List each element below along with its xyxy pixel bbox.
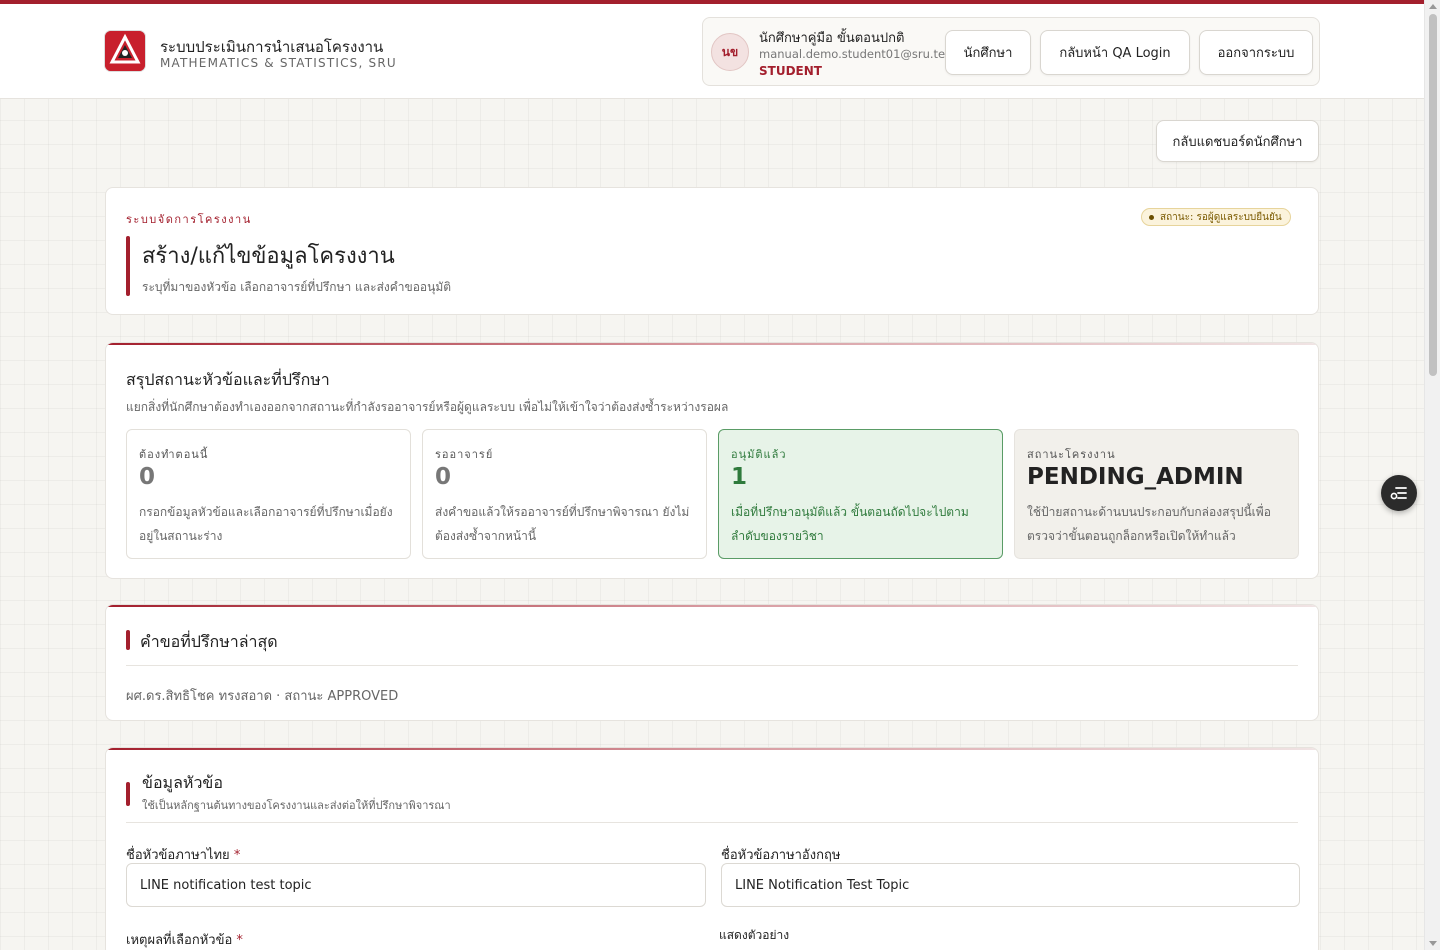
page-eyebrow: ระบบจัดการโครงงาน: [126, 213, 252, 226]
stat-description: เมื่อที่ปรึกษาอนุมัติแล้ว ขั้นตอนถัดไปจะ…: [731, 505, 969, 543]
student-button[interactable]: นักศึกษา: [945, 30, 1031, 75]
reason-label-text: เหตุผลที่เลือกหัวข้อ: [126, 933, 233, 948]
scroll-down-arrow-icon[interactable]: [1429, 941, 1437, 946]
topic-info-title: ข้อมูลหัวข้อ: [142, 773, 223, 792]
logout-button[interactable]: ออกจากระบบ: [1199, 30, 1313, 75]
app-subtitle: MATHEMATICS & STATISTICS, SRU: [160, 56, 397, 70]
stat-value: 0: [435, 464, 452, 490]
summary-title: สรุปสถานะหัวข้อและที่ปรึกษา: [126, 370, 330, 389]
topic-info-subtitle: ใช้เป็นหลักฐานต้นทางของโครงงานและส่งต่อใ…: [142, 799, 451, 812]
preview-toggle[interactable]: แสดงตัวอย่าง: [719, 926, 789, 945]
avatar: นข: [711, 33, 749, 71]
required-mark: *: [236, 933, 243, 948]
latest-request-card: คำขอที่ปรึกษาล่าสุด ผศ.ดร.สิทธิโชค ทรงสอ…: [105, 604, 1319, 721]
stat-value: PENDING_ADMIN: [1027, 464, 1244, 490]
stat-card-approved: อนุมัติแล้ว 1 เมื่อที่ปรึกษาอนุมัติแล้ว …: [718, 429, 1003, 559]
section-accent-bar: [126, 782, 130, 806]
user-name: นักศึกษาคู่มือ ขั้นตอนปกติ: [759, 31, 905, 46]
stat-card-todo: ต้องทำตอนนี้ 0 กรอกข้อมูลหัวข้อและเลือกอ…: [126, 429, 411, 559]
topic-info-card: ข้อมูลหัวข้อ ใช้เป็นหลักฐานต้นทางของโครง…: [105, 747, 1319, 950]
page-description: ระบุที่มาของหัวข้อ เลือกอาจารย์ที่ปรึกษา…: [142, 280, 452, 294]
scroll-up-arrow-icon[interactable]: [1429, 4, 1437, 9]
stat-value: 1: [731, 464, 748, 490]
scrollbar-thumb[interactable]: [1429, 14, 1437, 376]
page-scrollbar[interactable]: [1424, 0, 1440, 950]
required-mark: *: [233, 848, 241, 863]
page-header-card: ระบบจัดการโครงงาน สถานะ: รอผู้ดูแลระบบยื…: [105, 187, 1319, 315]
stat-card-project-status: สถานะโครงงาน PENDING_ADMIN ใช้ป้ายสถานะด…: [1014, 429, 1299, 559]
divider: [126, 665, 1298, 666]
stat-label: ต้องทำตอนนี้: [139, 448, 209, 461]
app-header: ระบบประเมินการนำเสนอโครงงาน MATHEMATICS …: [0, 4, 1424, 99]
thai-title-label: ชื่อหัวข้อภาษาไทย *: [126, 844, 240, 865]
stat-label: สถานะโครงงาน: [1027, 448, 1116, 461]
reason-label: เหตุผลที่เลือกหัวข้อ *: [126, 929, 243, 950]
stat-card-waiting-advisor: รออาจารย์ 0 ส่งคำขอแล้วให้รออาจารย์ที่ปร…: [422, 429, 707, 559]
divider: [126, 822, 1298, 823]
stat-label: รออาจารย์: [435, 448, 494, 461]
section-accent-bar: [126, 630, 130, 650]
stat-label: อนุมัติแล้ว: [731, 448, 787, 461]
english-title-label: ชื่อหัวข้อภาษาอังกฤษ: [721, 848, 841, 863]
list-settings-icon[interactable]: [1381, 475, 1417, 511]
user-email: manual.demo.student01@sru.test: [759, 47, 956, 61]
user-role: STUDENT: [759, 64, 822, 78]
university-logo-icon[interactable]: [105, 31, 145, 71]
summary-description: แยกสิ่งที่นักศึกษาต้องทำเองออกจากสถานะที…: [126, 400, 729, 414]
back-to-dashboard-button[interactable]: กลับแดชบอร์ดนักศึกษา: [1156, 120, 1319, 162]
stat-description: กรอกข้อมูลหัวข้อและเลือกอาจารย์ที่ปรึกษา…: [139, 505, 393, 543]
back-qa-login-button[interactable]: กลับหน้า QA Login: [1040, 30, 1190, 75]
summary-card: สรุปสถานะหัวข้อและที่ปรึกษา แยกสิ่งที่นั…: [105, 342, 1319, 579]
stat-description: ส่งคำขอแล้วให้รออาจารย์ที่ปรึกษาพิจารณา …: [435, 505, 690, 543]
title-accent-bar: [126, 236, 130, 296]
thai-title-input[interactable]: LINE notification test topic: [126, 863, 706, 907]
stat-value: 0: [139, 464, 156, 490]
user-panel: นข นักศึกษาคู่มือ ขั้นตอนปกติ manual.dem…: [702, 17, 1320, 86]
page-title: สร้าง/แก้ไขข้อมูลโครงงาน: [142, 244, 395, 269]
latest-request-title: คำขอที่ปรึกษาล่าสุด: [140, 632, 278, 651]
latest-request-detail: ผศ.ดร.สิทธิโชค ทรงสอาด · สถานะ APPROVED: [126, 689, 399, 704]
stat-description: ใช้ป้ายสถานะด้านบนประกอบกับกล่องสรุปนี้เ…: [1027, 505, 1271, 543]
status-badge: สถานะ: รอผู้ดูแลระบบยืนยัน: [1141, 208, 1291, 226]
thai-title-label-text: ชื่อหัวข้อภาษาไทย: [126, 848, 230, 863]
english-title-input[interactable]: LINE Notification Test Topic: [721, 863, 1300, 907]
